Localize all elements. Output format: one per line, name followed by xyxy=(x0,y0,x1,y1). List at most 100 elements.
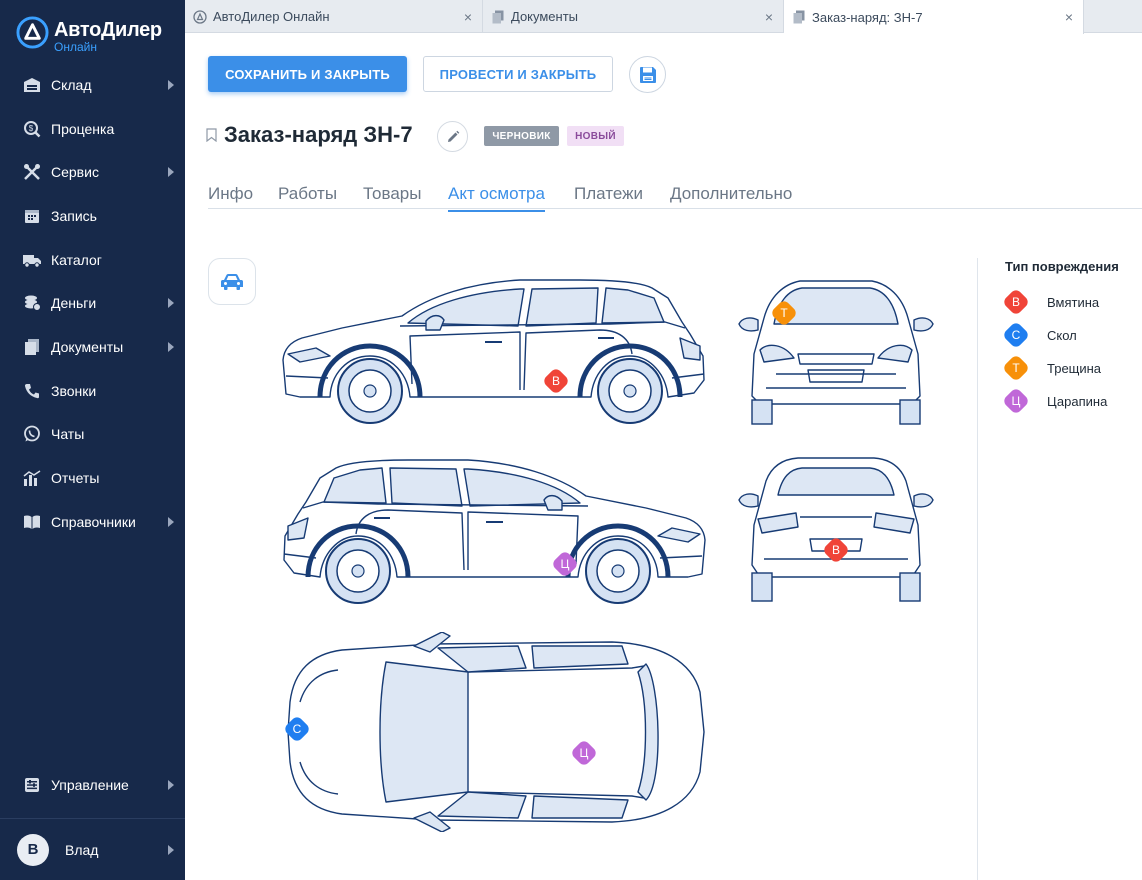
sidebar: АвтоДилер Онлайн Склад $ Проценка Сервис… xyxy=(0,0,185,880)
sidebar-bottom-nav: Управление xyxy=(0,763,185,807)
subtab-goods[interactable]: Товары xyxy=(363,184,421,204)
chevron-right-icon xyxy=(168,341,174,352)
damage-marker-crack[interactable]: Т xyxy=(769,298,799,328)
sidebar-item-label: Деньги xyxy=(51,295,97,312)
warehouse-icon xyxy=(22,75,42,95)
sidebar-item-label: Проценка xyxy=(51,120,115,137)
car-type-button[interactable] xyxy=(208,258,256,305)
close-icon[interactable]: × xyxy=(765,9,773,25)
svg-text:$: $ xyxy=(29,124,34,133)
sidebar-item-otchety[interactable]: Отчеты xyxy=(0,456,185,500)
sidebar-item-label: Справочники xyxy=(51,513,136,530)
subtab-payments[interactable]: Платежи xyxy=(574,184,643,204)
phone-icon xyxy=(22,381,42,401)
car-rear-view[interactable] xyxy=(736,455,936,605)
documents-icon xyxy=(22,337,42,357)
car-right-side-view[interactable] xyxy=(280,456,708,604)
user-menu[interactable]: В Влад xyxy=(0,818,185,880)
legend-label: Царапина xyxy=(1047,393,1108,409)
chevron-right-icon xyxy=(168,516,174,527)
calendar-icon xyxy=(22,206,42,226)
sliders-icon xyxy=(22,775,42,795)
car-icon xyxy=(221,273,243,290)
legend-label: Вмятина xyxy=(1047,294,1100,310)
chevron-right-icon xyxy=(168,779,174,790)
logo-subtitle: Онлайн xyxy=(54,40,97,54)
sidebar-item-zvonki[interactable]: Звонки xyxy=(0,369,185,413)
car-left-side-view[interactable] xyxy=(280,276,708,424)
tab-label: Заказ-наряд: ЗН-7 xyxy=(812,9,923,25)
sidebar-item-servis[interactable]: Сервис xyxy=(0,150,185,194)
chevron-right-icon xyxy=(168,79,174,90)
sidebar-item-label: Каталог xyxy=(51,251,102,268)
legend-item-chip[interactable]: С Скол xyxy=(1001,320,1077,350)
damage-marker-dent[interactable]: В xyxy=(541,366,571,396)
sub-tabs: Инфо Работы Товары Акт осмотра Платежи Д… xyxy=(208,180,1142,212)
sidebar-item-chaty[interactable]: Чаты xyxy=(0,413,185,457)
post-and-close-button[interactable]: ПРОВЕСТИ И ЗАКРЫТЬ xyxy=(423,56,613,92)
subtab-info[interactable]: Инфо xyxy=(208,184,253,204)
logo-icon xyxy=(193,9,207,24)
dent-icon: В xyxy=(1001,287,1031,317)
tab-label: АвтоДилер Онлайн xyxy=(213,9,330,24)
price-search-icon: $ xyxy=(22,119,42,139)
sidebar-item-dengi[interactable]: Деньги xyxy=(0,281,185,325)
chevron-right-icon xyxy=(168,167,174,178)
status-badge-new: НОВЫЙ xyxy=(567,126,624,146)
status-badge-draft: ЧЕРНОВИК xyxy=(484,126,559,146)
legend-label: Скол xyxy=(1047,327,1077,343)
page-title: Заказ-наряд ЗН-7 xyxy=(224,122,413,147)
chevron-right-icon xyxy=(168,844,174,855)
sidebar-item-spravochniki[interactable]: Справочники xyxy=(0,500,185,544)
user-name: Влад xyxy=(65,841,99,858)
legend-item-crack[interactable]: Т Трещина xyxy=(1001,353,1102,383)
tab-documents[interactable]: Документы × xyxy=(483,0,784,33)
chevron-right-icon xyxy=(168,298,174,309)
tab-work-order[interactable]: Заказ-наряд: ЗН-7 × xyxy=(784,0,1084,34)
subtab-inspection[interactable]: Акт осмотра xyxy=(448,184,545,212)
sidebar-item-katalog[interactable]: Каталог xyxy=(0,238,185,282)
sidebar-item-sklad[interactable]: Склад xyxy=(0,63,185,107)
app-logo[interactable]: АвтоДилер Онлайн xyxy=(16,16,162,53)
save-button[interactable] xyxy=(629,56,666,93)
pencil-icon xyxy=(447,130,459,142)
sidebar-item-upravlenie[interactable]: Управление xyxy=(0,763,185,807)
whatsapp-icon xyxy=(22,424,42,444)
floppy-disk-icon xyxy=(639,66,656,83)
sidebar-item-procenka[interactable]: $ Проценка xyxy=(0,107,185,151)
sidebar-item-label: Документы xyxy=(51,338,124,355)
damage-marker-scratch[interactable]: Ц xyxy=(569,738,599,768)
sidebar-item-zapis[interactable]: Запись xyxy=(0,194,185,238)
close-icon[interactable]: × xyxy=(464,9,472,25)
documents-icon xyxy=(491,10,505,24)
damage-marker-scratch[interactable]: Ц xyxy=(550,549,580,579)
avatar: В xyxy=(17,833,49,866)
documents-icon xyxy=(792,10,806,24)
coins-icon xyxy=(22,293,42,313)
crack-icon: Т xyxy=(1001,353,1031,383)
tools-icon xyxy=(22,162,42,182)
logo-title: АвтоДилер xyxy=(54,19,162,41)
damage-marker-dent[interactable]: В xyxy=(821,535,851,565)
legend-item-scratch[interactable]: Ц Царапина xyxy=(1001,386,1108,416)
legend-label: Трещина xyxy=(1047,360,1102,376)
subtab-additional[interactable]: Дополнительно xyxy=(670,184,792,204)
car-top-view[interactable] xyxy=(282,632,708,832)
sidebar-item-label: Чаты xyxy=(51,426,85,443)
edit-title-button[interactable] xyxy=(437,121,468,152)
legend-item-dent[interactable]: В Вмятина xyxy=(1001,287,1100,317)
subtab-works[interactable]: Работы xyxy=(278,184,337,204)
save-and-close-button[interactable]: СОХРАНИТЬ И ЗАКРЫТЬ xyxy=(208,56,407,92)
sidebar-item-label: Сервис xyxy=(51,164,99,181)
damage-marker-chip[interactable]: С xyxy=(282,714,312,744)
sidebar-item-label: Управление xyxy=(51,776,129,793)
tab-autodealer[interactable]: АвтоДилер Онлайн × xyxy=(185,0,483,33)
bookmark-icon[interactable] xyxy=(206,128,217,142)
legend-title: Тип повреждения xyxy=(1005,259,1119,274)
divider xyxy=(977,258,978,880)
chip-icon: С xyxy=(1001,320,1031,350)
scratch-icon: Ц xyxy=(1001,386,1031,416)
car-front-view[interactable] xyxy=(736,276,936,426)
sidebar-item-dokumenty[interactable]: Документы xyxy=(0,325,185,369)
close-icon[interactable]: × xyxy=(1065,9,1073,25)
